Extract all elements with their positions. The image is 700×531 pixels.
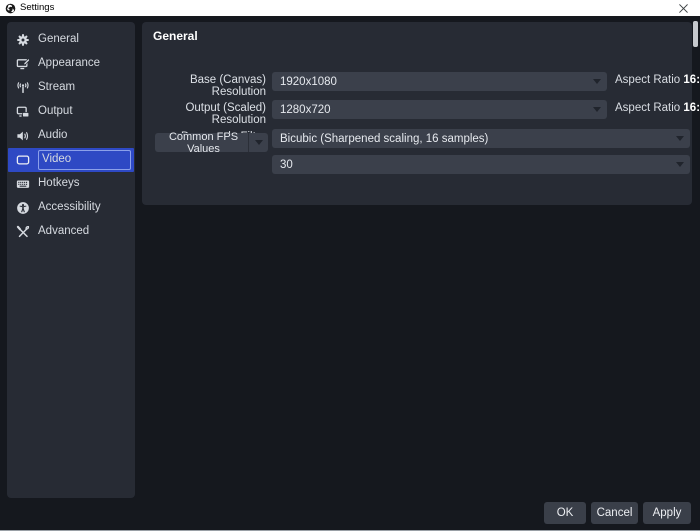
downscale-filter-value: Bicubic (Sharpened scaling, 16 samples) bbox=[280, 132, 489, 145]
sidebar-item-video[interactable]: Video bbox=[8, 148, 134, 172]
sidebar-item-output[interactable]: Output bbox=[8, 100, 134, 124]
sidebar-item-label: Stream bbox=[38, 81, 76, 94]
sidebar-item-audio[interactable]: Audio bbox=[8, 124, 134, 148]
monitor-icon bbox=[16, 153, 30, 167]
video-settings-panel: General Base (Canvas) Resolution 1920x10… bbox=[142, 22, 700, 205]
settings-window: Settings General Appearance Stream Outpu… bbox=[0, 0, 700, 531]
fps-value-combobox[interactable]: 30 bbox=[272, 155, 690, 174]
sidebar-item-label: Accessibility bbox=[38, 201, 101, 214]
window-title: Settings bbox=[20, 2, 55, 14]
fps-mode-dropdown[interactable]: Common FPS Values bbox=[155, 130, 268, 155]
sidebar-item-label: Appearance bbox=[38, 57, 101, 70]
scrollbar-thumb[interactable] bbox=[693, 21, 698, 47]
antenna-icon bbox=[16, 81, 30, 95]
gear-icon bbox=[16, 33, 30, 47]
sidebar-item-general[interactable]: General bbox=[8, 28, 134, 52]
output-resolution-label: Output (Scaled) Resolution bbox=[185, 102, 266, 126]
fps-value: 30 bbox=[280, 158, 293, 171]
output-resolution-combobox[interactable]: 1280x720 bbox=[272, 100, 607, 119]
apply-button[interactable]: Apply bbox=[643, 502, 691, 524]
chevron-down-icon bbox=[670, 155, 690, 174]
downscale-filter-combobox[interactable]: Bicubic (Sharpened scaling, 16 samples) bbox=[272, 129, 690, 148]
chevron-down-icon bbox=[670, 129, 690, 148]
base-resolution-value: 1920x1080 bbox=[280, 75, 337, 88]
base-resolution-combobox[interactable]: 1920x1080 bbox=[272, 72, 607, 91]
cancel-button[interactable]: Cancel bbox=[591, 502, 638, 524]
output-resolution-value: 1280x720 bbox=[280, 103, 331, 116]
accessibility-icon bbox=[16, 201, 30, 215]
section-title: General bbox=[153, 29, 198, 43]
sidebar-item-stream[interactable]: Stream bbox=[8, 76, 134, 100]
sidebar-item-hotkeys[interactable]: Hotkeys bbox=[8, 172, 134, 196]
ok-button[interactable]: OK bbox=[544, 502, 586, 524]
chevron-down-icon bbox=[587, 100, 607, 119]
keyboard-icon bbox=[16, 177, 30, 191]
sidebar-item-label: Video bbox=[42, 153, 72, 166]
sidebar-item-label: Advanced bbox=[38, 225, 90, 238]
base-resolution-label: Base (Canvas) Resolution bbox=[189, 74, 266, 98]
sidebar-item-label: Hotkeys bbox=[38, 177, 80, 190]
sidebar-item-accessibility[interactable]: Accessibility bbox=[8, 196, 134, 220]
sidebar-item-advanced[interactable]: Advanced bbox=[8, 220, 134, 244]
sidebar-item-label: General bbox=[38, 33, 79, 46]
sidebar-item-label: Audio bbox=[38, 129, 68, 142]
base-aspect-ratio: Aspect Ratio 16:9 bbox=[615, 74, 700, 86]
output-icon bbox=[16, 105, 30, 119]
sidebar-item-label: Output bbox=[38, 105, 73, 118]
speaker-icon bbox=[16, 129, 30, 143]
settings-sidebar: General Appearance Stream Output Audio V… bbox=[7, 22, 135, 498]
fps-mode-label: Common FPS Values bbox=[168, 130, 239, 155]
obs-logo-icon bbox=[5, 3, 16, 13]
tools-icon bbox=[16, 225, 30, 239]
sidebar-item-appearance[interactable]: Appearance bbox=[8, 52, 134, 76]
close-icon bbox=[678, 3, 688, 13]
appearance-icon bbox=[16, 57, 30, 71]
titlebar: Settings bbox=[0, 0, 700, 17]
chevron-down-icon bbox=[587, 72, 607, 91]
output-aspect-ratio: Aspect Ratio 16:9 bbox=[615, 102, 700, 114]
vertical-scrollbar[interactable] bbox=[693, 21, 698, 498]
chevron-down-icon bbox=[248, 133, 268, 152]
close-button[interactable] bbox=[666, 0, 700, 16]
